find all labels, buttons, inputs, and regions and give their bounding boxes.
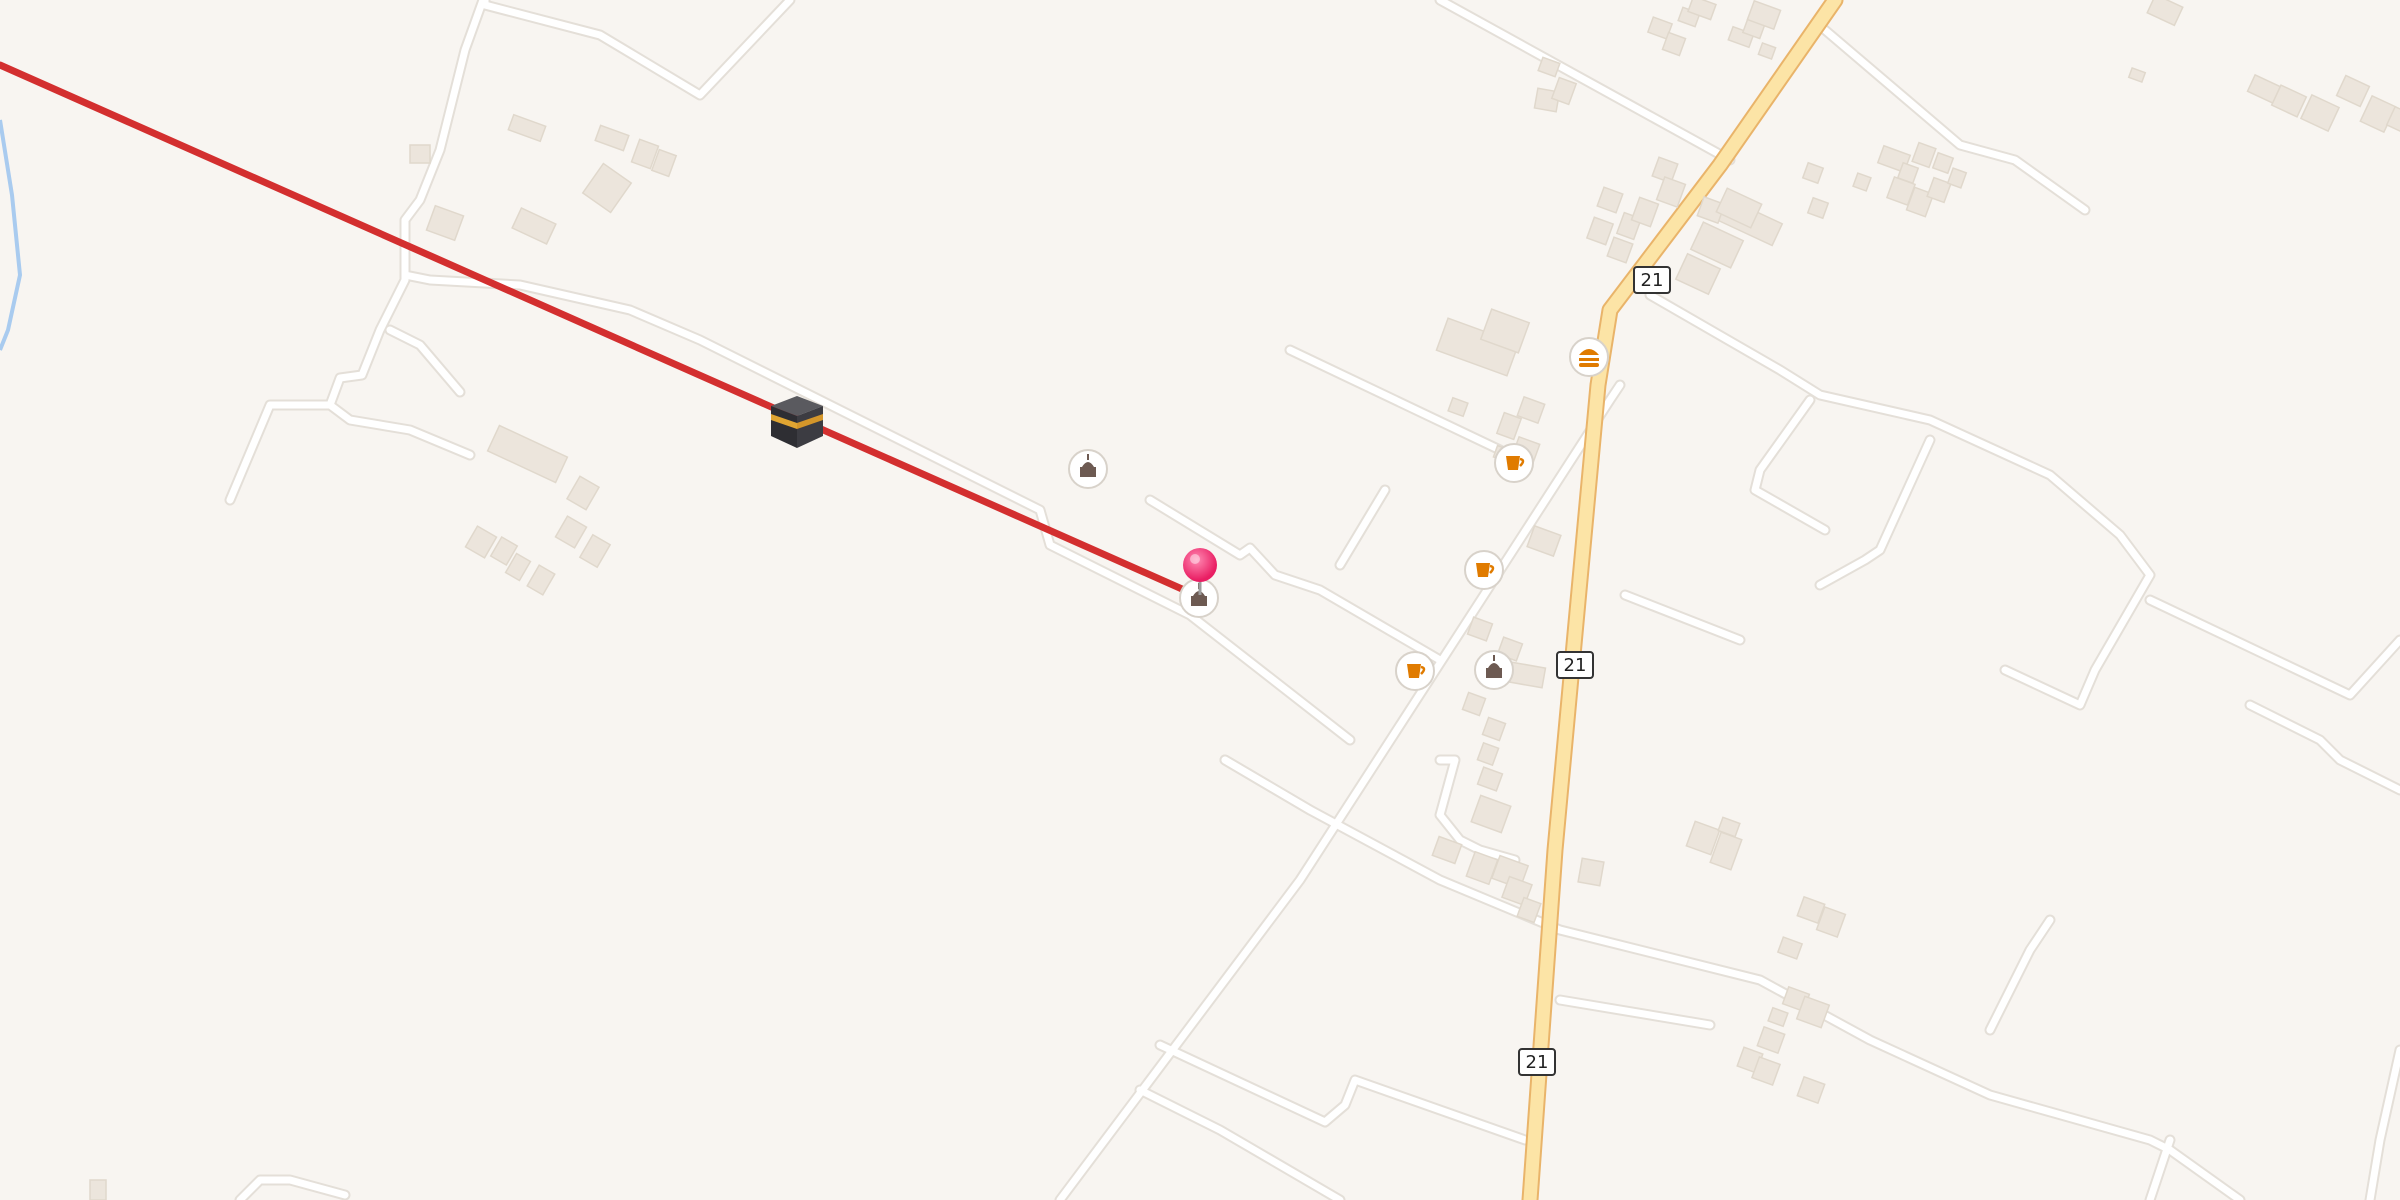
poi-mosque[interactable] [1474,650,1514,690]
poi-cafe[interactable] [1494,443,1534,483]
building [1776,936,1804,960]
building [1476,766,1504,792]
route-shield-label: 21 [1641,270,1664,291]
building [89,1179,107,1200]
route-shield: 21 [1556,651,1594,679]
building [1495,411,1523,441]
building [1911,141,1937,169]
river [0,119,23,351]
route-shield: 21 [1633,266,1671,294]
route-shield-label: 21 [1564,655,1587,676]
building [1767,1006,1789,1028]
building [409,144,431,164]
building [1596,186,1624,214]
building [1526,524,1562,558]
building [1461,691,1487,717]
building [511,207,557,245]
building [2335,74,2371,108]
building [2146,0,2184,27]
building [2127,66,2147,84]
poi-mosque[interactable] [1068,449,1108,489]
route-shield-label: 21 [1526,1052,1549,1073]
building [1606,236,1634,264]
map-canvas[interactable]: 21 21 21 [0,0,2400,1200]
building [578,533,612,569]
building [581,162,633,214]
poi-cafe[interactable] [1395,651,1435,691]
building [565,475,601,511]
building [554,515,588,549]
building [486,424,569,484]
buildings [89,0,2400,1200]
building [1476,741,1500,767]
building [1577,857,1605,887]
building [1470,794,1512,834]
building [1931,151,1955,175]
poi-fast-food[interactable] [1569,337,1609,377]
building [1757,42,1777,60]
building [1447,396,1469,418]
building [1481,716,1507,742]
building [2299,93,2341,133]
building [1585,216,1615,246]
building [1507,661,1547,689]
route-shield: 21 [1518,1048,1556,1076]
poi-cafe[interactable] [1464,550,1504,590]
building [594,124,630,152]
building [1946,167,1968,189]
minor-roads [224,0,2400,1200]
building [425,204,465,242]
building [1550,76,1578,106]
building [1806,196,1830,220]
building [526,564,556,596]
building [1801,161,1825,185]
building [507,113,547,143]
building [1796,1075,1826,1105]
kaaba-icon[interactable] [771,396,823,448]
qibla-direction-line [0,61,1204,601]
building [1756,1025,1786,1055]
building [1852,172,1872,192]
